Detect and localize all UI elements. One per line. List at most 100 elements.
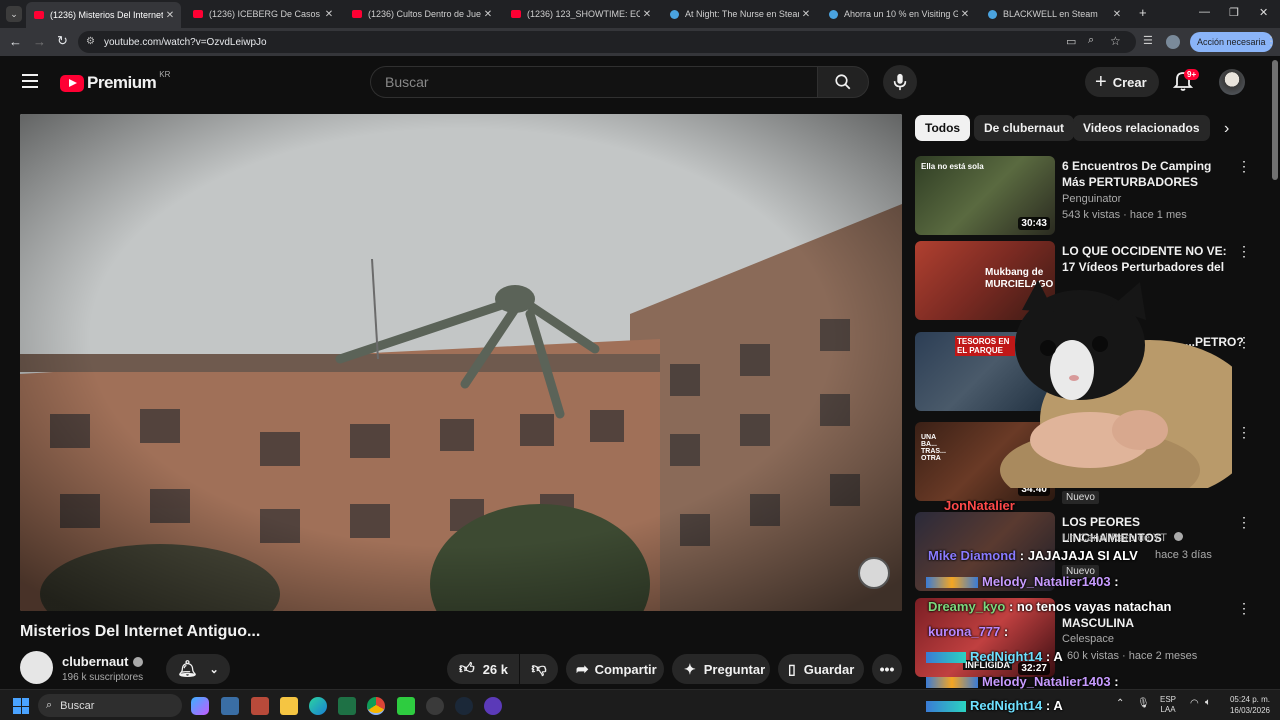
browser-tab[interactable]: (1236) Misterios Del Internet Antiguo ✕ xyxy=(26,2,181,28)
chevron-right-icon[interactable]: › xyxy=(1224,120,1229,138)
youtube-logo[interactable]: Premium KR xyxy=(60,69,171,93)
chat-message: kurona_777 : xyxy=(928,624,1009,639)
language-indicator[interactable]: ESP LAA xyxy=(1160,695,1176,715)
edge-icon[interactable] xyxy=(309,697,327,715)
cast-icon[interactable]: ▭ xyxy=(1066,35,1076,48)
kebab-menu-icon[interactable]: ⋮ xyxy=(1237,514,1251,531)
bookmark-star-icon[interactable]: ☆ xyxy=(1110,34,1121,48)
browser-tab[interactable]: BLACKWELL en Steam ✕ xyxy=(980,3,1128,25)
forward-icon[interactable]: → xyxy=(33,34,46,49)
app-icon[interactable] xyxy=(397,697,415,715)
notifications-button[interactable]: 9+ xyxy=(1172,69,1200,94)
wifi-icon[interactable]: ◠ xyxy=(1190,698,1199,709)
steam-icon xyxy=(670,9,679,19)
chip-todos[interactable]: Todos xyxy=(915,115,971,141)
recommendation-title[interactable]: MASCULINA xyxy=(1062,615,1232,631)
recommendation-channel[interactable]: Celespace xyxy=(1062,633,1114,645)
ask-button[interactable]: ✦ Preguntar xyxy=(672,654,770,684)
close-icon[interactable]: ✕ xyxy=(163,10,177,21)
steam-icon[interactable] xyxy=(455,697,473,715)
chat-badge-icon xyxy=(926,652,966,664)
kebab-menu-icon[interactable]: ⋮ xyxy=(1237,424,1251,441)
volume-icon[interactable]: 🔈︎ xyxy=(1205,697,1211,708)
recommendation-item[interactable]: Ella no está sola 30:43 6 Encuentros De … xyxy=(915,156,1260,236)
search-input[interactable] xyxy=(371,67,817,97)
chevron-up-icon[interactable]: ⌃ xyxy=(1116,698,1124,709)
store-icon[interactable] xyxy=(221,697,239,715)
steam-icon xyxy=(829,9,838,19)
subscription-bell-button[interactable]: 🔔︎ ⌄ xyxy=(166,654,230,684)
app-icon[interactable] xyxy=(251,697,269,715)
logo-text: Premium xyxy=(87,73,157,92)
logo-region: KR xyxy=(159,69,171,79)
browser-tab[interactable]: (1236) ICEBERG De Casos Ocurridos ✕ xyxy=(185,3,340,25)
search-button[interactable] xyxy=(817,66,869,98)
folder-icon[interactable] xyxy=(280,697,298,715)
microphone-icon[interactable]: 🎙︎ xyxy=(1137,698,1150,709)
browser-tab[interactable]: At Night: The Nurse en Steam ✕ xyxy=(662,3,817,25)
kebab-menu-icon[interactable]: ⋮ xyxy=(1237,158,1251,175)
close-icon[interactable]: ✕ xyxy=(958,9,972,20)
page-scrollbar[interactable] xyxy=(1272,60,1278,180)
kebab-menu-icon[interactable]: ⋮ xyxy=(1237,334,1251,351)
chip-de-clubernaut[interactable]: De clubernaut xyxy=(974,115,1075,141)
like-button[interactable]: 👍︎ 26 k xyxy=(447,654,519,684)
action-required-button[interactable]: Acción necesaria xyxy=(1190,32,1273,52)
clock[interactable]: 05:24 p. m. 16/03/2026 xyxy=(1222,694,1270,716)
omnibox[interactable]: ⚙ youtube.com/watch?v=OzvdLeiwpJo ▭ ⌕ ☆ xyxy=(78,31,1136,53)
reading-list-icon[interactable]: ☰ xyxy=(1143,34,1153,47)
browser-tab[interactable]: Ahorra un 10 % en Visiting Grandma ✕ xyxy=(821,3,976,25)
reload-icon[interactable]: ↻ xyxy=(57,33,68,49)
close-icon[interactable]: ✕ xyxy=(799,9,813,20)
close-icon[interactable]: ✕ xyxy=(481,9,495,20)
close-icon[interactable]: ✕ xyxy=(640,9,654,20)
channel-name[interactable]: clubernaut xyxy=(62,654,144,669)
chrome-icon[interactable] xyxy=(367,697,385,715)
verified-icon xyxy=(133,656,144,667)
close-icon[interactable]: ✕ xyxy=(322,9,336,20)
create-button[interactable]: + Crear xyxy=(1085,67,1159,97)
tab-search-dropdown[interactable]: ⌄ xyxy=(6,6,22,22)
search-box xyxy=(370,66,817,98)
chip-videos-relacionados[interactable]: Videos relacionados xyxy=(1073,115,1210,141)
recommendation-channel[interactable]: Un Canal Raro de YT xyxy=(1062,532,1183,544)
taskbar-search[interactable]: ⌕ Buscar xyxy=(38,694,182,717)
recommendation-channel[interactable]: Penguinator xyxy=(1062,193,1121,205)
windows-start-icon[interactable] xyxy=(13,698,29,714)
browser-tab[interactable]: (1236) 123_SHOWTIME: ECHOES ✕ xyxy=(503,3,658,25)
more-actions-button[interactable]: ••• xyxy=(872,654,902,684)
maximize-button[interactable]: ❐ xyxy=(1229,6,1239,19)
url-text[interactable]: youtube.com/watch?v=OzvdLeiwpJo xyxy=(104,37,267,48)
minimize-button[interactable]: — xyxy=(1199,6,1210,18)
new-tab-button[interactable]: + xyxy=(1139,5,1147,20)
site-info-icon[interactable]: ⚙ xyxy=(86,36,95,47)
chat-badge-icon xyxy=(926,677,978,689)
excel-icon[interactable] xyxy=(338,697,356,715)
share-button[interactable]: ➦ Compartir xyxy=(566,654,664,684)
zoom-icon[interactable]: ⌕ xyxy=(1088,34,1094,47)
profile-avatar[interactable] xyxy=(1166,35,1180,49)
settings-icon[interactable] xyxy=(426,697,444,715)
video-player[interactable] xyxy=(20,114,902,611)
voice-search-button[interactable] xyxy=(883,65,917,99)
browser-tab[interactable]: (1236) Cultos Dentro de Juegos ✕ xyxy=(344,3,499,25)
youtube-icon xyxy=(511,10,521,18)
app-icon[interactable] xyxy=(484,697,502,715)
recommendation-title[interactable]: 6 Encuentros De Camping Más PERTURBADORE… xyxy=(1062,158,1232,190)
kebab-menu-icon[interactable]: ⋮ xyxy=(1237,600,1251,617)
back-icon[interactable]: ← xyxy=(9,34,22,49)
channel-avatar[interactable] xyxy=(20,651,53,684)
dislike-button[interactable]: 👎︎ xyxy=(520,654,558,684)
subscriber-count: 196 k suscriptores xyxy=(62,672,144,683)
close-window-button[interactable]: ✕ xyxy=(1259,6,1268,19)
browser-menu-icon[interactable]: ⋮ xyxy=(1265,34,1277,48)
kebab-menu-icon[interactable]: ⋮ xyxy=(1237,243,1251,260)
hamburger-menu-icon[interactable] xyxy=(22,74,38,88)
plus-icon: + xyxy=(1095,71,1107,93)
account-avatar[interactable] xyxy=(1219,69,1245,95)
close-icon[interactable]: ✕ xyxy=(1110,9,1124,20)
chat-message: Mike Diamond : JAJAJAJA SI ALV xyxy=(928,548,1138,563)
copilot-icon[interactable] xyxy=(191,697,209,715)
save-button[interactable]: ▯ Guardar xyxy=(778,654,864,684)
video-thumbnail[interactable]: Ella no está sola 30:43 xyxy=(915,156,1055,235)
